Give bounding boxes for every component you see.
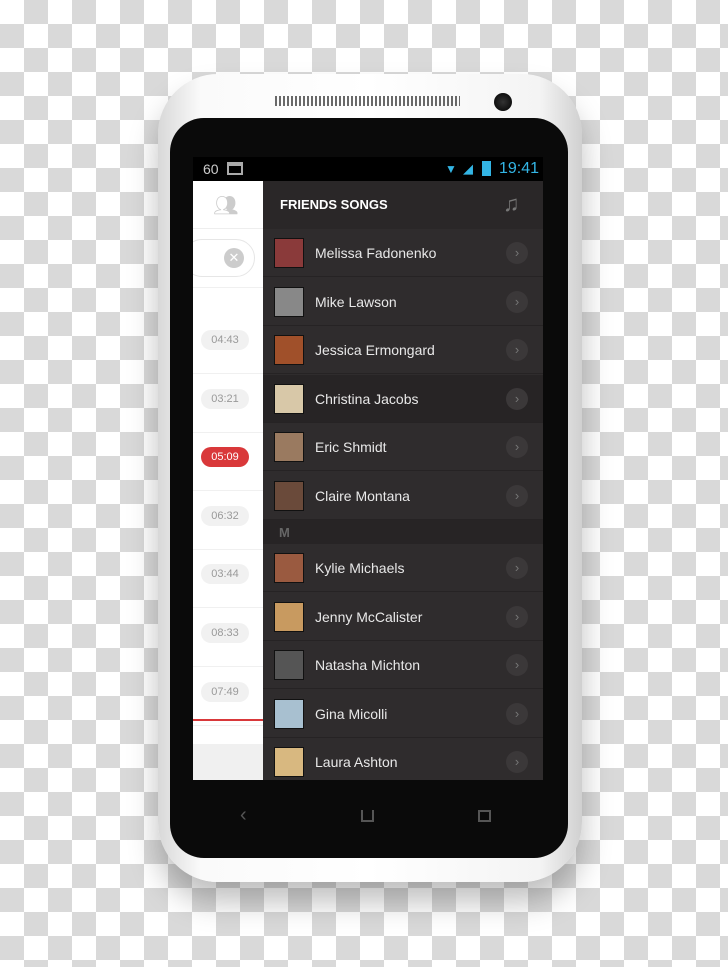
avatar (274, 335, 304, 365)
status-left-text: 60 (203, 161, 219, 177)
friend-name: Melissa Fadonenko (315, 245, 437, 261)
chevron-right-icon[interactable]: › (506, 605, 528, 628)
chevron-right-icon[interactable]: › (506, 242, 528, 264)
calendar-icon (227, 162, 243, 175)
back-icon[interactable]: ‹ (240, 804, 247, 827)
divider (193, 724, 263, 726)
chevron-right-icon[interactable]: › (506, 387, 528, 410)
battery-icon (482, 161, 491, 176)
friend-name: Mike Lawson (315, 293, 397, 310)
divider (193, 431, 263, 433)
progress-line (193, 719, 263, 721)
header: FRIENDS SONGS ♫ (263, 181, 543, 229)
avatar (274, 698, 304, 729)
avatar (274, 747, 304, 777)
track-duration[interactable]: 08:33 (201, 623, 249, 643)
friend-row[interactable]: Kylie Michaels › (263, 544, 543, 592)
chevron-right-icon[interactable]: › (506, 702, 528, 725)
section-header: M (263, 520, 543, 544)
friend-name: Eric Shmidt (315, 439, 387, 455)
chevron-right-icon[interactable]: › (506, 654, 528, 676)
home-icon[interactable] (361, 810, 374, 822)
friend-row[interactable]: Jessica Ermongard › (263, 326, 543, 374)
friend-name: Claire Montana (315, 487, 410, 504)
friend-name: Jenny McCalister (315, 608, 423, 625)
track-duration[interactable]: 04:43 (201, 330, 249, 350)
friend-row[interactable]: Christina Jacobs › (263, 374, 543, 423)
track-duration[interactable]: 03:21 (201, 388, 249, 409)
screen: 60 ▼ ◢ 19:41 👥︎ ✕ 04:43 03:21 05:09 06:32 03… (193, 157, 543, 780)
avatar (274, 553, 304, 583)
chevron-right-icon[interactable]: › (506, 751, 528, 773)
friend-name: Gina Micolli (315, 705, 388, 722)
friend-name: Natasha Michton (315, 657, 421, 673)
divider (193, 548, 263, 550)
divider (193, 666, 263, 667)
chevron-right-icon[interactable]: › (506, 484, 528, 507)
avatar (274, 432, 304, 462)
divider (193, 373, 263, 374)
friend-row[interactable]: Natasha Michton › (263, 641, 543, 689)
track-duration[interactable]: 05:09 (201, 447, 249, 468)
avatar (274, 480, 304, 511)
search-field[interactable]: ✕ (193, 239, 255, 277)
current-track-area (193, 744, 263, 780)
wifi-icon: ▼ (445, 162, 457, 176)
friend-row[interactable]: Jenny McCalister › (263, 593, 543, 641)
chevron-right-icon[interactable]: › (506, 290, 528, 313)
chevron-right-icon[interactable]: › (506, 436, 528, 458)
friend-name: Kylie Michaels (315, 560, 405, 576)
friends-icon: 👥︎ (213, 195, 239, 217)
recent-apps-icon[interactable] (478, 810, 491, 822)
friend-row[interactable]: Claire Montana › (263, 472, 543, 520)
avatar (274, 286, 304, 317)
track-duration[interactable]: 03:44 (201, 564, 249, 585)
friends-tab[interactable]: 👥︎ (193, 181, 263, 229)
avatar (274, 238, 304, 268)
front-camera (494, 93, 512, 111)
track-duration[interactable]: 06:32 (201, 505, 249, 526)
friend-row[interactable]: Eric Shmidt › (263, 423, 543, 471)
left-panel: 👥︎ ✕ 04:43 03:21 05:09 06:32 03:44 08:33 07:49… (193, 181, 263, 780)
friend-row[interactable]: Laura Ashton › (263, 738, 543, 780)
page-title: FRIENDS SONGS (280, 197, 388, 212)
friend-name: Christina Jacobs (315, 390, 419, 407)
friend-name: Jessica Ermongard (315, 342, 435, 358)
divider (193, 490, 263, 492)
avatar (274, 650, 304, 680)
friend-row[interactable]: Melissa Fadonenko › (263, 229, 543, 277)
friend-row[interactable]: Mike Lawson › (263, 278, 543, 326)
divider (193, 607, 263, 609)
chevron-right-icon[interactable]: › (506, 557, 528, 579)
speaker-grille (275, 96, 460, 106)
friend-name: Laura Ashton (315, 754, 398, 770)
music-note-icon[interactable]: ♫ (503, 191, 520, 217)
clear-icon[interactable]: ✕ (224, 248, 244, 268)
track-duration[interactable]: 07:49 (201, 681, 249, 702)
chevron-right-icon[interactable]: › (506, 339, 528, 361)
status-bar: 60 ▼ ◢ 19:41 (193, 157, 543, 181)
friends-list: FRIENDS SONGS ♫ Melissa Fadonenko › Mike L… (263, 181, 543, 780)
friend-row[interactable]: Gina Micolli › (263, 690, 543, 738)
avatar (274, 601, 304, 632)
signal-icon: ◢ (463, 161, 473, 176)
avatar (274, 383, 304, 414)
clock: 19:41 (499, 160, 540, 177)
